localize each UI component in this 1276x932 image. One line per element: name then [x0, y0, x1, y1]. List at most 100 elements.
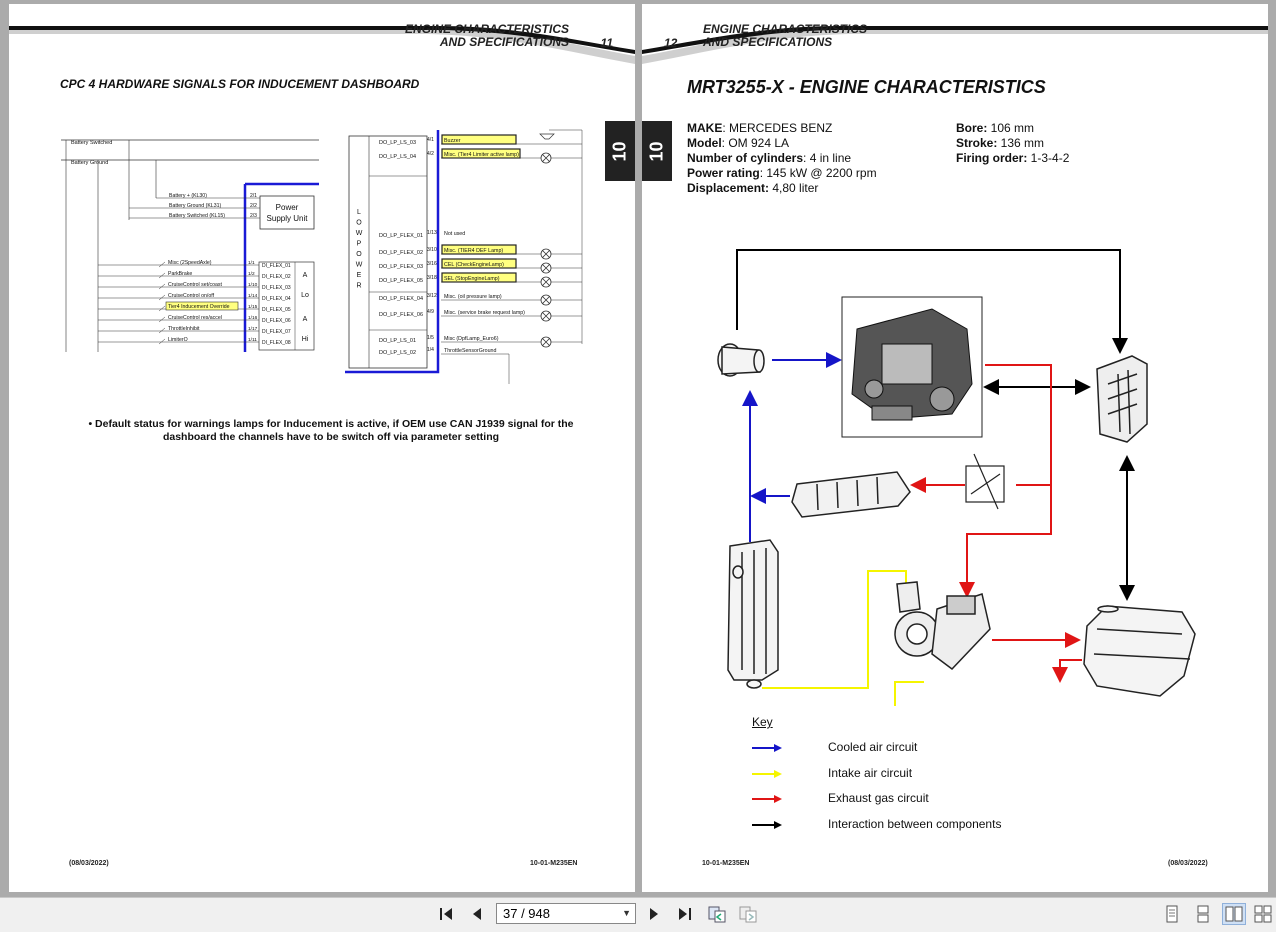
- specs-left: MAKE: MERCEDES BENZ Model: OM 924 LA Num…: [687, 121, 877, 196]
- do-label: Misc. (Tier4 Limiter active lamp): [444, 152, 519, 158]
- next-page-icon[interactable]: [644, 904, 664, 924]
- left-page: ENGINE CHARACTERISTICS AND SPECIFICATION…: [9, 4, 635, 892]
- chevron-down-icon[interactable]: ▼: [622, 904, 631, 923]
- do-port: DO_LP_LS_04: [379, 154, 416, 160]
- battery-ground-label: Battery Ground: [71, 160, 108, 166]
- do-pin: 4/1: [427, 137, 434, 143]
- go-back-icon[interactable]: [707, 904, 727, 924]
- do-label: Misc (DpfLamp_Euro6): [444, 336, 499, 342]
- di-switch: [158, 338, 166, 345]
- di-port: DI_FLEX_05: [262, 307, 291, 313]
- di-label: CruiseControl res/accel: [168, 315, 222, 321]
- footer-date: (08/03/2022): [69, 860, 109, 867]
- do-pin: 1/5: [427, 335, 434, 341]
- engine-title: MRT3255-X - ENGINE CHARACTERISTICS: [687, 77, 1046, 97]
- di-port: DI_FLEX_02: [262, 274, 291, 280]
- viewer-toolbar: 37 / 948 ▼: [0, 897, 1276, 932]
- di-port: DI_FLEX_01: [262, 263, 291, 269]
- section-title: CPC 4 HARDWARE SIGNALS FOR INDUCEMENT DA…: [60, 77, 420, 91]
- psu-pin-number: 2/3: [250, 213, 257, 219]
- do-pin: 4/9: [427, 309, 434, 315]
- low-power-letter: L: [357, 209, 361, 216]
- di-pin: 1/15: [248, 304, 258, 310]
- do-port: DO_LP_LS_03: [379, 140, 416, 146]
- first-page-icon[interactable]: [437, 904, 457, 924]
- di-pin: 1/2: [248, 271, 255, 277]
- battery-switched-label: Battery Switched: [71, 140, 112, 146]
- do-label: CEL (CheckEngineLamp): [444, 262, 504, 268]
- di-port: DI_FLEX_06: [262, 318, 291, 324]
- spec-firing-order: Firing order: 1-3-4-2: [956, 151, 1070, 165]
- header-line-2: AND SPECIFICATIONS: [703, 35, 833, 49]
- right-page: 12 ENGINE CHARACTERISTICS AND SPECIFICAT…: [642, 4, 1268, 892]
- di-switch: [158, 305, 166, 312]
- do-pin: 3/10: [427, 247, 437, 253]
- footer-date: (08/03/2022): [1168, 860, 1208, 867]
- di-switch: [158, 272, 166, 279]
- footer-code: 10-01-M235EN: [530, 860, 578, 867]
- low-power-letter: P: [357, 241, 362, 248]
- do-port: DO_LP_FLEX_03: [379, 264, 423, 270]
- engine-icon: [841, 296, 983, 438]
- facing-pages-icon[interactable]: [1222, 903, 1246, 925]
- throttle-ground-wire: [441, 353, 510, 384]
- single-page-icon[interactable]: [1160, 903, 1184, 925]
- di-label: Misc (2SpeedAxle): [168, 260, 212, 266]
- do-port: DO_LP_LS_02: [379, 350, 416, 356]
- low-power-letter: O: [356, 251, 362, 258]
- do-port: DO_LP_FLEX_06: [379, 312, 423, 318]
- section-tab: 10: [642, 121, 672, 181]
- do-pin: 1/4: [427, 347, 434, 353]
- di-pin: 1/14: [248, 293, 258, 299]
- air-cooler-icon: [1096, 355, 1148, 443]
- di-label: Tier4 Inducement Override: [168, 304, 230, 310]
- do-label: Misc. (oil pressure lamp): [444, 294, 502, 300]
- spec-stroke: Stroke: 136 mm: [956, 136, 1045, 150]
- buzzer-icon: [539, 133, 555, 140]
- specs-right: Bore: 106 mm Stroke: 136 mm Firing order…: [956, 121, 1069, 166]
- spec-bore: Bore: 106 mm: [956, 121, 1035, 135]
- footer-code: 10-01-M235EN: [702, 860, 750, 867]
- key-title: Key: [752, 715, 773, 729]
- low-power-letter: O: [356, 220, 362, 227]
- di-pin: 1/11: [248, 337, 257, 343]
- di-label: CruiseControl on/off: [168, 293, 215, 299]
- turbocharger-icon: [894, 581, 991, 671]
- di-switch: [158, 294, 166, 301]
- di-switch: [158, 316, 166, 323]
- do-pin: 4/2: [427, 151, 434, 157]
- do-port: DO_LP_LS_01: [379, 338, 416, 344]
- di-switch: [158, 327, 166, 334]
- egr-cooler-icon: [791, 471, 911, 518]
- inducement-note: • Default status for warnings lamps for …: [88, 418, 574, 443]
- page-number-input[interactable]: 37 / 948 ▼: [496, 903, 636, 924]
- di-port: DI_FLEX_07: [262, 329, 291, 335]
- di-pin: 1/1: [248, 260, 255, 266]
- section-tab: 10: [605, 121, 635, 181]
- di-port: DI_FLEX_03: [262, 285, 291, 291]
- di-pin: 1/10: [248, 282, 258, 288]
- previous-page-icon[interactable]: [467, 904, 487, 924]
- last-page-icon[interactable]: [674, 904, 694, 924]
- do-label: SEL (StopEngineLamp): [444, 276, 500, 282]
- do-label: Misc. (service brake request lamp): [444, 310, 525, 316]
- psu-label-2: Supply Unit: [267, 214, 309, 223]
- go-forward-icon[interactable]: [738, 904, 758, 924]
- di-port: DI_FLEX_04: [262, 296, 291, 302]
- page-number: 11: [600, 36, 613, 50]
- air-circuit-diagram: [717, 249, 1196, 706]
- low-power-letter: W: [356, 230, 363, 237]
- yellow-arrow-icon: [752, 770, 782, 778]
- continuous-facing-icon[interactable]: [1252, 903, 1274, 925]
- group-lo: Lo: [301, 292, 309, 299]
- psu-pin-label: Battery + (KL30): [169, 193, 207, 199]
- do-pin: 1/13: [427, 230, 437, 236]
- psu-pin-number: 2/1: [250, 193, 257, 199]
- spec-make: MAKE: MERCEDES BENZ: [687, 121, 833, 135]
- low-power-letter: E: [357, 272, 362, 279]
- wiring-diagram: Battery Switched Battery Ground Power Suppl…: [61, 129, 583, 384]
- psu-pin-label: Battery Ground (KL31): [169, 203, 221, 209]
- continuous-icon[interactable]: [1191, 903, 1215, 925]
- red-arrow-icon: [752, 795, 782, 803]
- do-label: Misc. (TIER4 DEF Lamp): [444, 248, 503, 254]
